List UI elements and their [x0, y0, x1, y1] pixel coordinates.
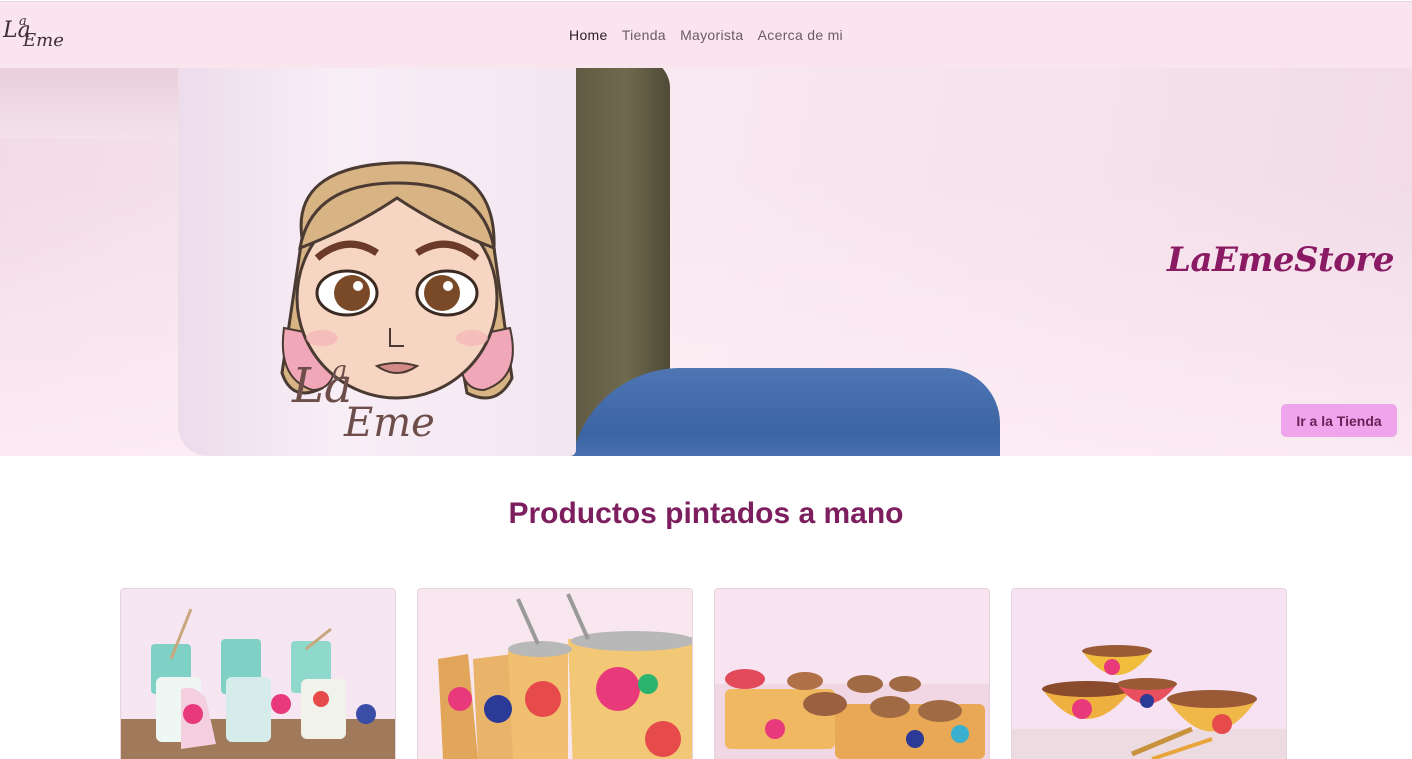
nav-item-tienda[interactable]: Tienda — [622, 27, 666, 43]
go-to-store-button[interactable]: Ir a la Tienda — [1281, 404, 1397, 437]
section-title: Productos pintados a mano — [508, 497, 904, 530]
hero-jeans — [570, 368, 1000, 456]
product-image-mates-floreados — [418, 589, 692, 759]
product-image-bandejas — [715, 589, 989, 759]
nav-item-acerca-de-mi[interactable]: Acerca de mi — [758, 27, 843, 43]
product-image-bowls — [1012, 589, 1286, 759]
hero-banner: La a Eme LaEmeStore Ir a la Tienda — [0, 68, 1412, 456]
product-card[interactable] — [714, 588, 990, 759]
main-nav: Home Tienda Mayorista Acerca de mi — [0, 27, 1412, 43]
bag-signature-a: a — [332, 356, 348, 386]
product-card[interactable] — [1011, 588, 1287, 759]
product-grid — [120, 588, 1290, 759]
nav-item-mayorista[interactable]: Mayorista — [680, 27, 743, 43]
nav-item-home[interactable]: Home — [569, 27, 608, 43]
bag-signature-eme: Eme — [344, 400, 435, 446]
navbar: La a Eme Home Tienda Mayorista Acerca de… — [0, 1, 1412, 68]
product-card[interactable] — [120, 588, 396, 759]
hero-title: LaEmeStore — [1167, 240, 1394, 280]
product-image-mates — [121, 589, 395, 759]
product-card[interactable] — [417, 588, 693, 759]
